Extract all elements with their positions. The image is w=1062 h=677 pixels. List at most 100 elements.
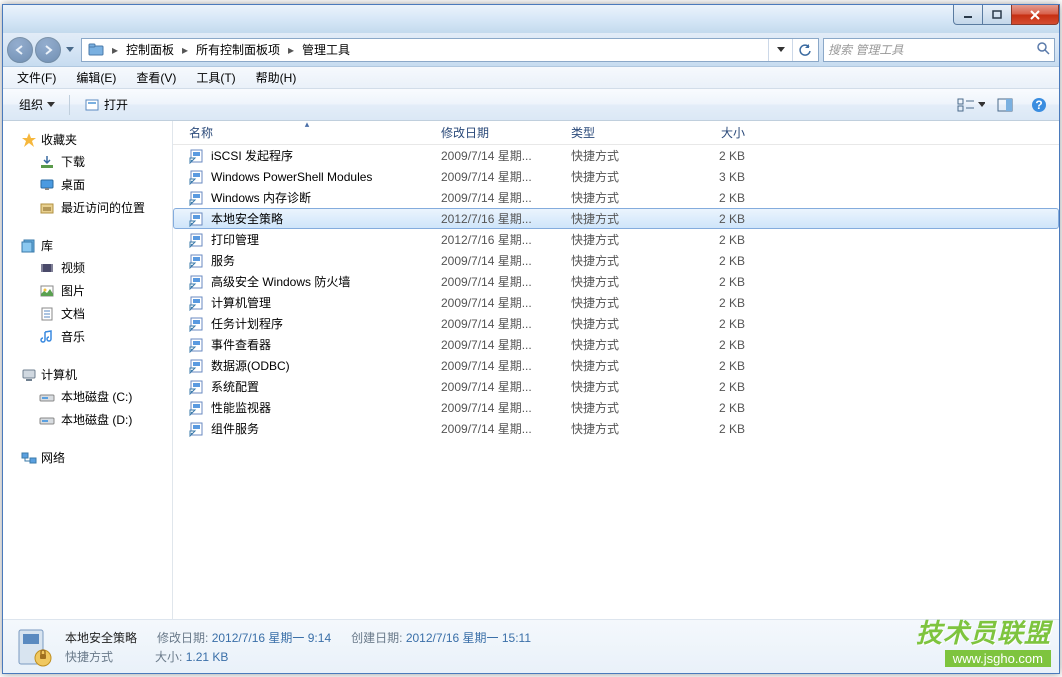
chevron-right-icon[interactable]: ▸: [178, 43, 192, 57]
table-row[interactable]: 系统配置2009/7/14 星期...快捷方式2 KB: [173, 376, 1059, 397]
table-row[interactable]: Windows 内存诊断2009/7/14 星期...快捷方式2 KB: [173, 187, 1059, 208]
svg-text:?: ?: [1035, 98, 1042, 112]
table-row[interactable]: 性能监视器2009/7/14 星期...快捷方式2 KB: [173, 397, 1059, 418]
sidebar-libraries[interactable]: 库: [3, 235, 172, 256]
file-size: 2 KB: [671, 296, 753, 310]
recent-icon: [39, 200, 55, 216]
sidebar-videos[interactable]: 视频: [3, 256, 172, 279]
col-size[interactable]: 大小: [671, 121, 753, 144]
sidebar-disk-c[interactable]: 本地磁盘 (C:): [3, 385, 172, 408]
details-icon: [13, 626, 55, 668]
help-button[interactable]: ?: [1025, 93, 1053, 117]
file-name: 事件查看器: [211, 336, 271, 353]
sidebar: 收藏夹 下载 桌面 最近访问的位置: [3, 121, 173, 619]
table-row[interactable]: 事件查看器2009/7/14 星期...快捷方式2 KB: [173, 334, 1059, 355]
chevron-right-icon[interactable]: ▸: [284, 43, 298, 57]
file-date: 2009/7/14 星期...: [433, 399, 563, 416]
open-button[interactable]: 打开: [74, 93, 138, 116]
file-name: iSCSI 发起程序: [211, 147, 293, 164]
file-date: 2009/7/14 星期...: [433, 336, 563, 353]
maximize-button[interactable]: [982, 5, 1012, 25]
table-row[interactable]: 高级安全 Windows 防火墙2009/7/14 星期...快捷方式2 KB: [173, 271, 1059, 292]
shortcut-icon: [189, 421, 205, 437]
menu-help[interactable]: 帮助(H): [248, 67, 305, 88]
file-date: 2009/7/14 星期...: [433, 168, 563, 185]
menu-file[interactable]: 文件(F): [9, 67, 64, 88]
crumb-control-panel[interactable]: 控制面板: [122, 39, 178, 61]
address-dropdown[interactable]: [768, 39, 792, 61]
close-button[interactable]: [1011, 5, 1059, 25]
file-type: 快捷方式: [563, 189, 671, 206]
sidebar-network[interactable]: 网络: [3, 447, 172, 468]
search-input[interactable]: 搜索 管理工具: [823, 38, 1055, 62]
details-pane: 本地安全策略 修改日期: 2012/7/16 星期一 9:14 创建日期: 20…: [3, 619, 1059, 673]
table-row[interactable]: iSCSI 发起程序2009/7/14 星期...快捷方式2 KB: [173, 145, 1059, 166]
sidebar-computer[interactable]: 计算机: [3, 364, 172, 385]
file-size: 2 KB: [671, 317, 753, 331]
file-date: 2012/7/16 星期...: [433, 231, 563, 248]
file-type: 快捷方式: [563, 399, 671, 416]
table-row[interactable]: 服务2009/7/14 星期...快捷方式2 KB: [173, 250, 1059, 271]
file-size: 2 KB: [671, 149, 753, 163]
sidebar-favorites[interactable]: 收藏夹: [3, 129, 172, 150]
chevron-right-icon[interactable]: ▸: [108, 43, 122, 57]
download-icon: [39, 154, 55, 170]
table-row[interactable]: Windows PowerShell Modules 2009/7/14 星期..…: [173, 166, 1059, 187]
menu-edit[interactable]: 编辑(E): [68, 67, 124, 88]
col-date[interactable]: 修改日期: [433, 121, 563, 144]
file-name: 本地安全策略: [211, 210, 283, 227]
file-name: Windows 内存诊断: [211, 189, 311, 206]
col-type[interactable]: 类型: [563, 121, 671, 144]
shortcut-icon: [189, 316, 205, 332]
table-row[interactable]: 本地安全策略2012/7/16 星期...快捷方式2 KB: [173, 208, 1059, 229]
file-size: 3 KB: [671, 170, 753, 184]
file-size: 2 KB: [671, 212, 753, 226]
minimize-button[interactable]: [953, 5, 983, 25]
file-size: 2 KB: [671, 422, 753, 436]
menu-tools[interactable]: 工具(T): [188, 67, 243, 88]
file-size: 2 KB: [671, 338, 753, 352]
details-title: 本地安全策略: [65, 629, 137, 646]
file-date: 2009/7/14 星期...: [433, 378, 563, 395]
shortcut-icon: [189, 274, 205, 290]
crumb-all-items[interactable]: 所有控制面板项: [192, 39, 284, 61]
sidebar-music[interactable]: 音乐: [3, 325, 172, 348]
sidebar-disk-d[interactable]: 本地磁盘 (D:): [3, 408, 172, 431]
file-name: 高级安全 Windows 防火墙: [211, 273, 350, 290]
menu-view[interactable]: 查看(V): [128, 67, 184, 88]
sidebar-downloads[interactable]: 下载: [3, 150, 172, 173]
sidebar-documents[interactable]: 文档: [3, 302, 172, 325]
table-row[interactable]: 打印管理2012/7/16 星期...快捷方式2 KB: [173, 229, 1059, 250]
file-name: Windows PowerShell Modules: [211, 170, 372, 184]
refresh-button[interactable]: [792, 39, 816, 61]
table-row[interactable]: 计算机管理2009/7/14 星期...快捷方式2 KB: [173, 292, 1059, 313]
sidebar-recent[interactable]: 最近访问的位置: [3, 196, 172, 219]
table-row[interactable]: 数据源(ODBC)2009/7/14 星期...快捷方式2 KB: [173, 355, 1059, 376]
drive-icon: [39, 389, 55, 405]
table-row[interactable]: 组件服务2009/7/14 星期...快捷方式2 KB: [173, 418, 1059, 439]
shortcut-icon: [189, 337, 205, 353]
file-date: 2009/7/14 星期...: [433, 147, 563, 164]
shortcut-icon: [189, 400, 205, 416]
window-controls: [954, 5, 1059, 25]
sort-asc-icon: ▴: [305, 121, 310, 130]
forward-button[interactable]: [35, 37, 61, 63]
explorer-window: ▸ 控制面板 ▸ 所有控制面板项 ▸ 管理工具 搜索 管理工具 文件(F) 编辑…: [2, 4, 1060, 674]
col-name[interactable]: ▴名称: [181, 121, 433, 144]
sidebar-pictures[interactable]: 图片: [3, 279, 172, 302]
file-date: 2009/7/14 星期...: [433, 357, 563, 374]
back-button[interactable]: [7, 37, 33, 63]
music-icon: [39, 329, 55, 345]
sidebar-desktop[interactable]: 桌面: [3, 173, 172, 196]
titlebar: [3, 5, 1059, 33]
preview-pane-button[interactable]: [991, 93, 1019, 117]
file-type: 快捷方式: [563, 315, 671, 332]
address-bar[interactable]: ▸ 控制面板 ▸ 所有控制面板项 ▸ 管理工具: [81, 38, 819, 62]
table-row[interactable]: 任务计划程序2009/7/14 星期...快捷方式2 KB: [173, 313, 1059, 334]
file-type: 快捷方式: [563, 357, 671, 374]
crumb-admin-tools[interactable]: 管理工具: [298, 39, 354, 61]
view-mode-button[interactable]: [957, 93, 985, 117]
organize-button[interactable]: 组织: [9, 93, 65, 116]
file-type: 快捷方式: [563, 168, 671, 185]
history-dropdown[interactable]: [63, 38, 77, 62]
